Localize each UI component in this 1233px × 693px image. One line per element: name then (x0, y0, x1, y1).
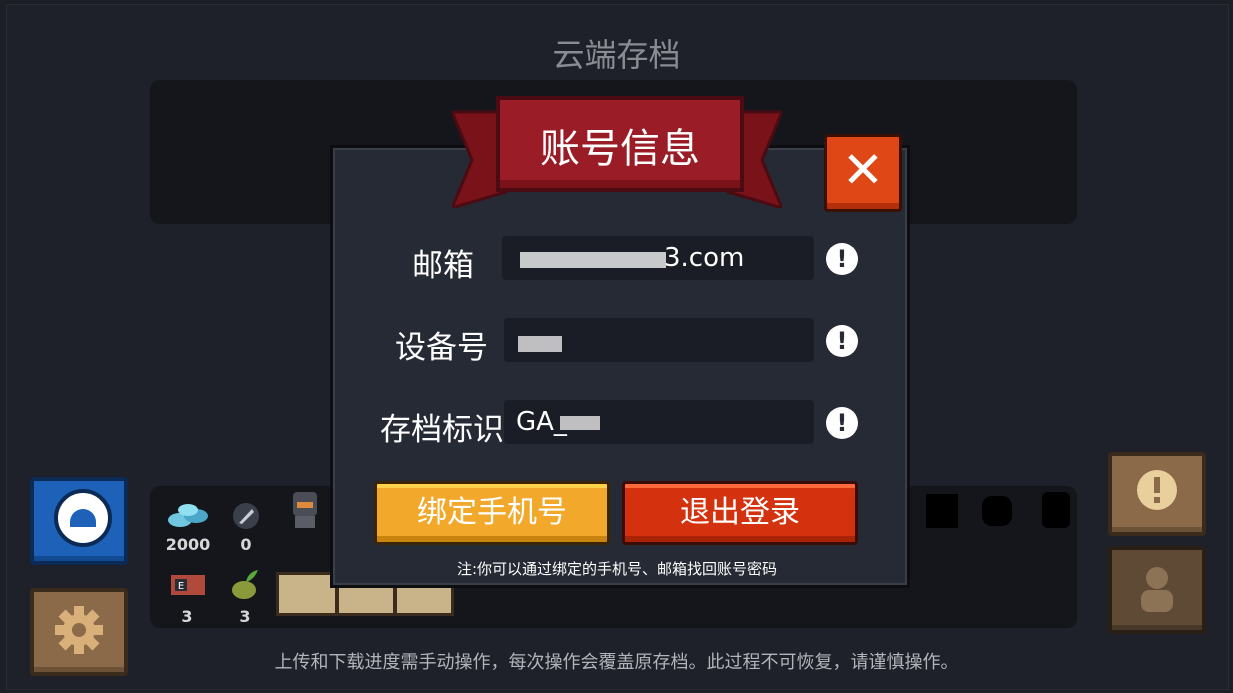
user-icon (1141, 567, 1173, 612)
logo-icon (54, 489, 112, 547)
redacted-save-id (560, 416, 600, 430)
game-logo-button[interactable] (30, 477, 128, 565)
notice-button[interactable] (1108, 452, 1206, 536)
svg-text:E: E (178, 581, 184, 592)
redacted-device-id (518, 336, 562, 352)
ticket-count: 3 (181, 607, 193, 626)
page-title: 云端存档 (552, 36, 681, 74)
save-id-field: GA_ (504, 400, 814, 444)
character-icon (293, 492, 317, 528)
device-id-info-icon[interactable]: ! (826, 325, 858, 357)
dialog-title: 账号信息 (540, 126, 700, 172)
bind-phone-button[interactable]: 绑定手机号 (374, 481, 610, 545)
gem-icon (168, 504, 208, 527)
profile-button[interactable] (1108, 546, 1206, 634)
seed-icon (232, 570, 258, 599)
ticket-icon: E (171, 575, 205, 595)
redacted-email (520, 252, 666, 268)
email-info-icon[interactable]: ! (826, 243, 858, 275)
feather-count: 0 (240, 535, 252, 554)
gem-count: 2000 (165, 535, 211, 554)
logout-button[interactable]: 退出登录 (622, 481, 858, 545)
alert-icon (1137, 470, 1177, 510)
close-icon: ✕ (842, 141, 884, 199)
feather-icon (233, 503, 259, 529)
seed-count: 3 (239, 607, 251, 626)
save-id-label: 存档标识 (380, 412, 504, 448)
device-id-label: 设备号 (395, 330, 488, 366)
email-value: 3.com (664, 243, 745, 273)
locked-characters (926, 492, 1070, 528)
close-button[interactable]: ✕ (824, 134, 902, 212)
recovery-note: 注:你可以通过绑定的手机号、邮箱找回账号密码 (456, 560, 778, 578)
save-id-info-icon[interactable]: ! (826, 407, 858, 439)
email-label: 邮箱 (412, 248, 474, 284)
map-item (276, 572, 338, 616)
cloud-save-warning: 上传和下载进度需手动操作，每次操作会覆盖原存档。此过程不可恢复，请谨慎操作。 (274, 652, 959, 673)
